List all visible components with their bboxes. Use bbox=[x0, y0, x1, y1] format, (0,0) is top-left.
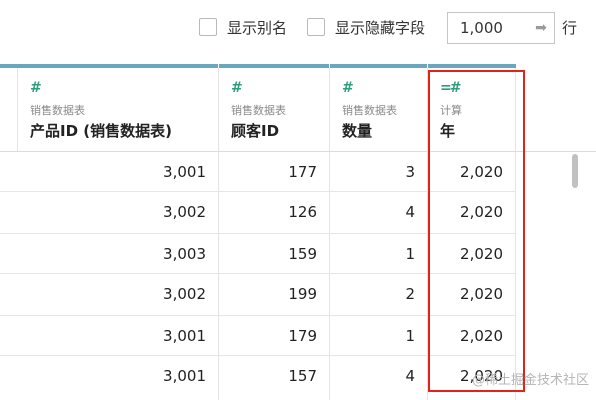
cell-product-id[interactable]: 3,003 bbox=[0, 234, 218, 274]
column-name: 数量 bbox=[342, 122, 373, 140]
toolbar: 显示别名 显示隐藏字段 1,000 ➡ 行 bbox=[0, 0, 596, 58]
number-type-icon: # bbox=[342, 80, 354, 96]
column-source: 销售数据表 bbox=[231, 104, 286, 117]
cell-quantity[interactable]: 1 bbox=[329, 234, 427, 274]
cell-quantity[interactable]: 4 bbox=[329, 356, 427, 396]
column-name: 顾客ID bbox=[231, 122, 280, 140]
cell-customer-id[interactable]: 126 bbox=[218, 192, 329, 232]
vertical-scrollbar[interactable] bbox=[570, 152, 582, 400]
scrollbar-thumb[interactable] bbox=[572, 154, 578, 188]
show-alias-label[interactable]: 显示别名 bbox=[227, 17, 287, 38]
arrow-right-icon[interactable]: ➡ bbox=[526, 13, 556, 43]
cell-customer-id[interactable]: 199 bbox=[218, 274, 329, 314]
watermark: @稀土掘金技术社区 bbox=[472, 373, 590, 388]
rows-suffix-label: 行 bbox=[562, 19, 578, 37]
cell-product-id[interactable]: 3,001 bbox=[0, 356, 218, 396]
cell-quantity[interactable]: 2 bbox=[329, 274, 427, 314]
show-alias-checkbox[interactable] bbox=[199, 18, 217, 36]
column-header-product-id[interactable]: # 销售数据表 产品ID (销售数据表) bbox=[18, 68, 219, 152]
show-hidden-fields-checkbox[interactable] bbox=[307, 18, 325, 36]
cell-product-id[interactable]: 3,002 bbox=[0, 192, 218, 232]
column-source: 销售数据表 bbox=[30, 104, 85, 117]
cell-customer-id[interactable]: 179 bbox=[218, 316, 329, 356]
cell-customer-id[interactable]: 157 bbox=[218, 356, 329, 396]
cell-quantity[interactable]: 1 bbox=[329, 316, 427, 356]
row-count-input[interactable]: 1,000 ➡ bbox=[447, 12, 555, 44]
column-header-partial[interactable] bbox=[0, 68, 18, 152]
column-header-quantity[interactable]: # 销售数据表 数量 bbox=[330, 68, 428, 152]
cell-quantity[interactable]: 4 bbox=[329, 192, 427, 232]
cell-product-id[interactable]: 3,001 bbox=[0, 316, 218, 356]
cell-product-id[interactable]: 3,002 bbox=[0, 274, 218, 314]
column-header-customer-id[interactable]: # 销售数据表 顾客ID bbox=[219, 68, 330, 152]
cell-quantity[interactable]: 3 bbox=[329, 152, 427, 192]
cell-customer-id[interactable]: 177 bbox=[218, 152, 329, 192]
year-column-highlight-box bbox=[428, 70, 525, 392]
number-type-icon: # bbox=[30, 80, 42, 96]
cell-customer-id[interactable]: 159 bbox=[218, 234, 329, 274]
show-hidden-fields-label[interactable]: 显示隐藏字段 bbox=[335, 17, 425, 38]
row-count-value[interactable]: 1,000 bbox=[460, 19, 503, 37]
column-source: 销售数据表 bbox=[342, 104, 397, 117]
cell-product-id[interactable]: 3,001 bbox=[0, 152, 218, 192]
number-type-icon: # bbox=[231, 80, 243, 96]
column-name: 产品ID (销售数据表) bbox=[30, 122, 172, 140]
